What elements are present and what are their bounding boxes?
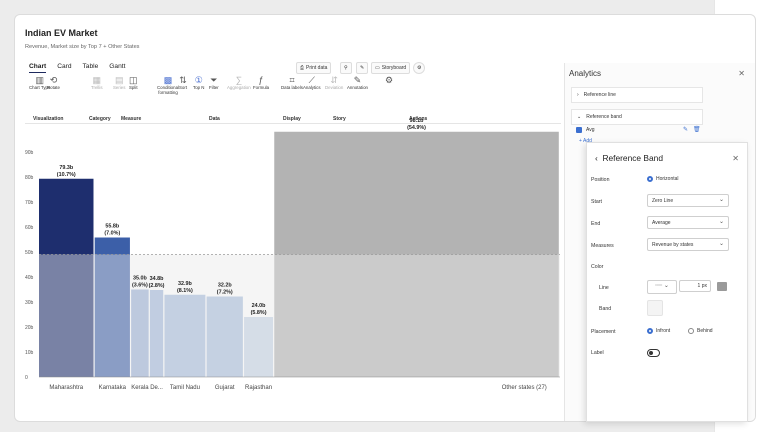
position-horizontal-radio[interactable]: Horizontal [647,176,679,182]
edit-icon[interactable]: ✎ [683,126,688,133]
x-tick-label: Maharashtra [49,385,83,391]
avg-band-item[interactable]: Avg [576,127,595,133]
x-tick-label: Other states (27) [502,385,547,391]
data-label-percent: (2.8%) [149,283,165,289]
data-label-value: 79.3b [59,165,73,171]
band-color-swatch[interactable] [647,300,663,316]
x-tick-label: Rajasthan [245,385,272,391]
placement-behind-radio[interactable]: Behind [688,328,713,334]
panel-title: ‹ Reference Band [595,153,663,163]
data-label-percent: (10.7%) [57,172,76,178]
measures-label: Measures [591,243,614,249]
y-tick-label: 0 [25,375,28,381]
data-label-value: 34.8b [150,276,164,282]
reference-line-row[interactable]: › Reference line [571,87,703,103]
x-tick-label: Gujarat [215,385,235,391]
line-label: Line [599,285,609,291]
chevron-right-icon: › [577,92,579,98]
reference-band [39,254,560,377]
data-label-value: 55.8b [105,224,119,230]
x-tick-label: De... [150,385,163,391]
y-tick-label: 10b [25,350,34,356]
color-label: Color [591,264,604,270]
mekko-chart: 0 10b 20b 30b 40b 50b 60b 70b 80b 90b 79.3b(10.7%)… [25,118,560,391]
y-tick-label: 80b [25,175,34,181]
reference-band-row[interactable]: ⌄ Reference band [571,109,703,125]
y-tick-label: 90b [25,150,34,156]
data-label-percent: (5.8%) [251,310,267,316]
label-toggle[interactable] [647,349,660,357]
placement-infront-radio[interactable]: Infront [647,328,670,334]
data-label-percent: (8.1%) [177,288,193,294]
delete-icon[interactable]: 🗑 [693,126,701,133]
start-select[interactable]: Zero Line ⌄ [647,194,729,207]
checkbox-icon[interactable] [576,127,582,133]
analytics-title: Analytics [569,69,602,78]
y-tick-label: 50b [25,250,34,256]
chevron-down-icon: ⌄ [718,197,724,203]
data-label-percent: (7.2%) [217,290,233,296]
x-tick-label: Karnataka [99,385,127,391]
chevron-down-icon: ⌄ [718,241,724,247]
line-style-select[interactable]: ┈┈ ⌄ [647,280,677,294]
close-icon[interactable]: ✕ [732,154,739,163]
start-label: Start [591,199,602,205]
back-arrow-icon[interactable]: ‹ [595,153,598,163]
y-tick-label: 20b [25,325,34,331]
data-label-value: 35.0b [133,276,147,282]
y-tick-label: 60b [25,225,34,231]
x-tick-label: Tamil Nadu [170,385,200,391]
end-select[interactable]: Average ⌄ [647,216,729,229]
y-tick-label: 40b [25,275,34,281]
label-label: Label [591,350,604,356]
line-width-input[interactable]: 1 px [679,280,711,292]
close-icon[interactable]: ✕ [738,69,745,78]
data-label-percent: (3.6%) [132,283,148,289]
line-color-swatch[interactable] [717,282,727,291]
data-label-percent: (54.9%) [407,125,426,131]
data-label-value: 32.9b [178,281,192,287]
y-tick-label: 30b [25,300,34,306]
y-tick-label: 70b [25,200,34,206]
chevron-down-icon: ⌄ [577,114,582,120]
reference-band-panel: ‹ Reference Band ✕ Position Horizontal S… [586,142,748,422]
measures-select[interactable]: Revenue by states ⌄ [647,238,729,251]
data-label-value: 32.2b [218,283,232,289]
chevron-down-icon: ⌄ [718,219,724,225]
data-label-value: 24.0b [252,303,266,309]
position-label: Position [591,177,610,183]
band-label: Band [599,306,612,312]
end-label: End [591,221,601,227]
data-label-percent: (7.0%) [104,231,120,237]
placement-label: Placement [591,329,616,335]
data-label-value: 98.1b [410,118,424,124]
x-tick-label: Kerala [131,385,149,391]
